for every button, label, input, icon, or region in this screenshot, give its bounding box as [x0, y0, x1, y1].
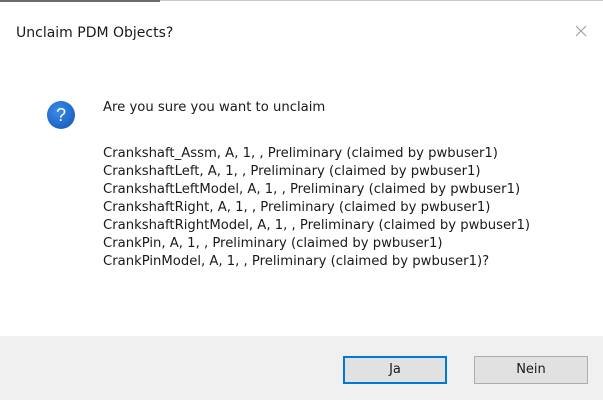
list-item: CrankshaftRight, A, 1, , Preliminary (cl… — [103, 200, 491, 215]
no-button[interactable]: Nein — [474, 356, 588, 384]
list-item: CrankPin, A, 1, , Preliminary (claimed b… — [103, 236, 443, 251]
list-item: CrankPinModel, A, 1, , Preliminary (clai… — [103, 254, 490, 269]
list-item: Crankshaft_Assm, A, 1, , Preliminary (cl… — [103, 146, 498, 161]
svg-text:?: ? — [56, 105, 66, 125]
list-item: CrankshaftLeft, A, 1, , Preliminary (cla… — [103, 164, 481, 179]
yes-button[interactable]: Ja — [343, 356, 447, 384]
list-item: CrankshaftRightModel, A, 1, , Preliminar… — [103, 218, 531, 233]
button-bar: Ja Nein — [0, 336, 603, 400]
question-icon: ? — [46, 100, 76, 130]
unclaim-dialog: Unclaim PDM Objects? ? Are you sure you … — [0, 0, 603, 400]
message-lead: Are you sure you want to unclaim — [103, 100, 326, 115]
list-item: CrankshaftLeftModel, A, 1, , Preliminary… — [103, 182, 521, 197]
dialog-title: Unclaim PDM Objects? — [16, 25, 174, 41]
close-icon[interactable] — [573, 23, 589, 39]
message-body: Are you sure you want to unclaim Cranksh… — [103, 99, 530, 271]
